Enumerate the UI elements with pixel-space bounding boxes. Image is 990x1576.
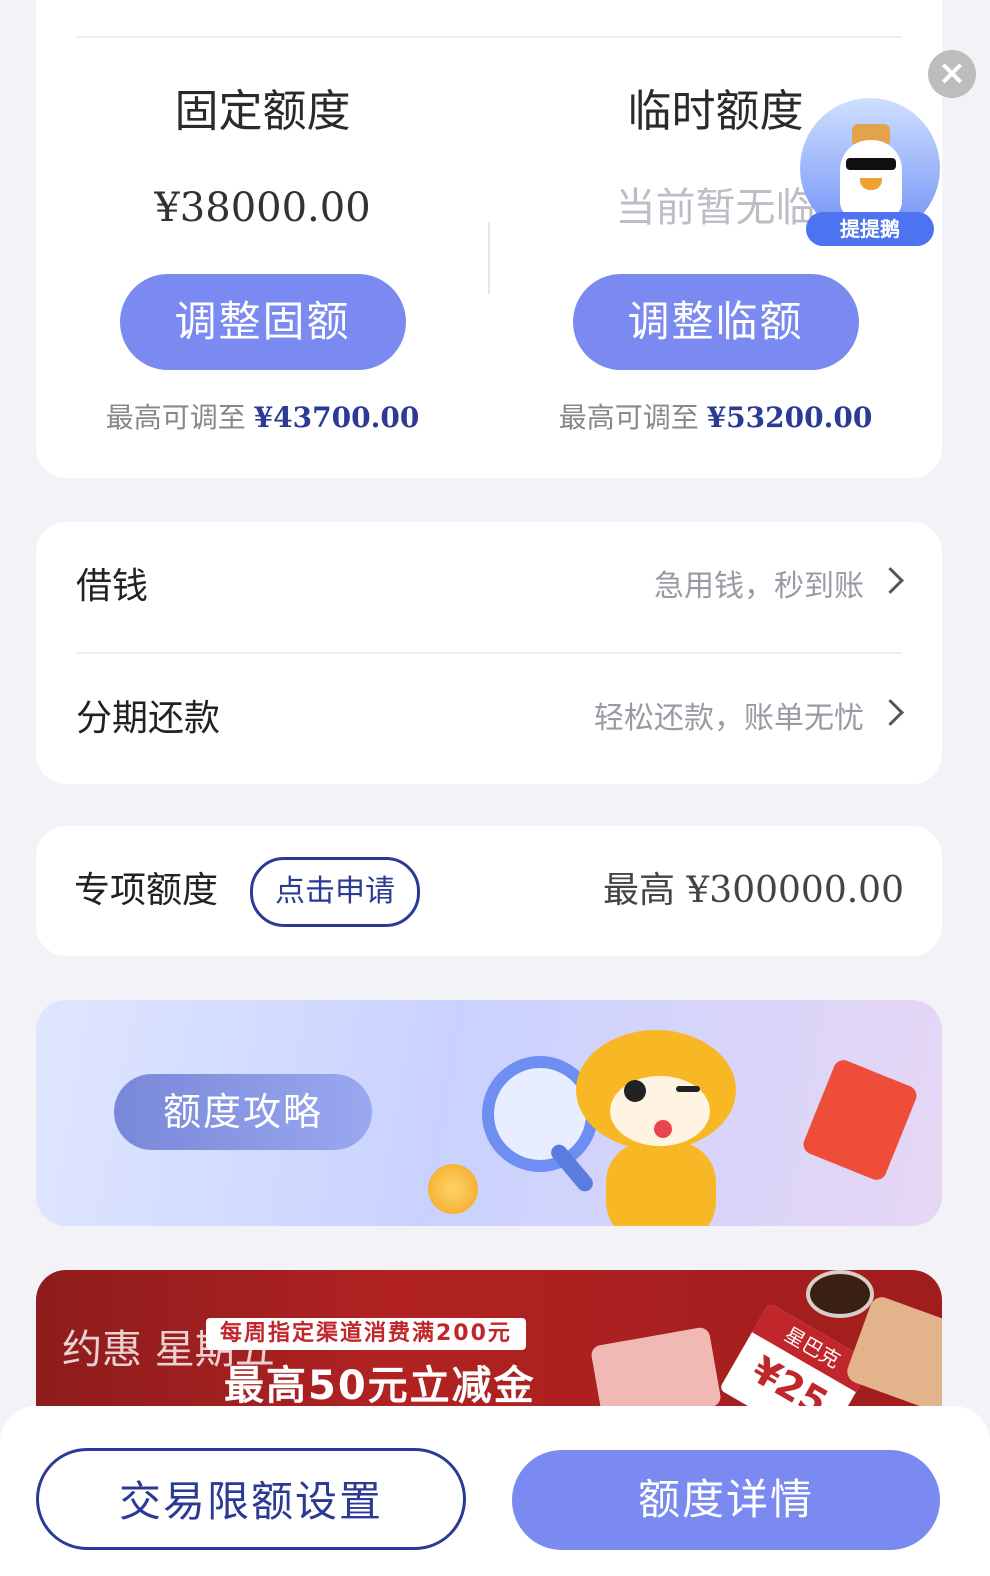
temporary-max-line: 最高可调至 ¥53200.00 — [489, 396, 942, 436]
chevron-right-icon — [877, 699, 904, 726]
promo-headline: 最高50元立减金 — [224, 1363, 536, 1408]
fixed-quota-title: 固定额度 — [174, 86, 351, 137]
coupon-tag: 星巴克 ¥25 — [719, 1302, 873, 1408]
quota-details-button[interactable]: 额度详情 — [512, 1450, 940, 1550]
temporary-max-amount: ¥53200.00 — [706, 401, 873, 434]
tiger-eye — [624, 1080, 646, 1102]
quota-guide-label: 额度攻略 — [114, 1074, 372, 1150]
special-quota-title: 专项额度 — [74, 870, 219, 911]
fixed-max-prefix: 最高可调至 — [105, 401, 246, 434]
tiger-wink — [676, 1086, 700, 1092]
red-envelope-icon — [800, 1057, 920, 1183]
temporary-max-prefix: 最高可调至 — [558, 401, 699, 434]
chevron-right-icon — [877, 567, 904, 594]
close-icon[interactable]: × — [928, 50, 976, 98]
fixed-quota-amount: ¥38000.00 — [154, 185, 371, 231]
coffee-cup-icon — [806, 1270, 874, 1318]
fixed-quota-section: 固定额度 ¥38000.00 调整固额 最高可调至 ¥43700.00 — [36, 80, 489, 436]
bottom-action-bar: 交易限额设置 额度详情 — [0, 1406, 990, 1576]
coin-icon — [428, 1164, 478, 1214]
list-item-borrow[interactable]: 借钱 急用钱，秒到账 — [76, 522, 904, 652]
list-item-installment[interactable]: 分期还款 轻松还款，账单无忧 — [76, 654, 904, 784]
divider — [76, 36, 902, 38]
mascot-label: 提提鹅 — [806, 212, 934, 246]
special-quota-card: 专项额度 点击申请 最高 ¥300000.00 — [36, 826, 942, 956]
adjust-fixed-quota-button[interactable]: 调整固额 — [119, 274, 406, 370]
list-item-subtitle: 急用钱，秒到账 — [654, 569, 864, 604]
fixed-max-line: 最高可调至 ¥43700.00 — [36, 396, 489, 436]
tiger-mouth — [654, 1120, 672, 1138]
special-quota-amount: 最高 ¥300000.00 — [603, 826, 904, 956]
list-item-title: 分期还款 — [76, 698, 221, 739]
quota-guide-banner[interactable]: 额度攻略 — [36, 1000, 942, 1226]
special-amount-value: ¥300000.00 — [686, 870, 904, 911]
food-image — [589, 1326, 723, 1408]
transaction-limit-settings-button[interactable]: 交易限额设置 — [36, 1448, 466, 1550]
tiger-mascot-icon — [576, 1024, 746, 1226]
service-list-card: 借钱 急用钱，秒到账 分期还款 轻松还款，账单无忧 — [36, 522, 942, 784]
mascot-float-button[interactable]: 提提鹅 — [796, 98, 944, 256]
apply-special-quota-button[interactable]: 点击申请 — [250, 857, 420, 927]
adjust-temporary-quota-button[interactable]: 调整临额 — [572, 274, 859, 370]
promo-condition: 每周指定渠道消费满200元 — [206, 1318, 526, 1350]
fixed-max-amount: ¥43700.00 — [253, 401, 420, 434]
sunglasses-icon — [846, 158, 896, 170]
list-item-title: 借钱 — [76, 566, 149, 607]
tiger-body — [606, 1142, 716, 1226]
list-item-subtitle: 轻松还款，账单无忧 — [594, 701, 864, 736]
special-amount-prefix: 最高 — [602, 870, 675, 911]
promo-banner[interactable]: 约惠 星期五 每周指定渠道消费满200元 最高50元立减金 星巴克 ¥25 — [36, 1270, 942, 1408]
